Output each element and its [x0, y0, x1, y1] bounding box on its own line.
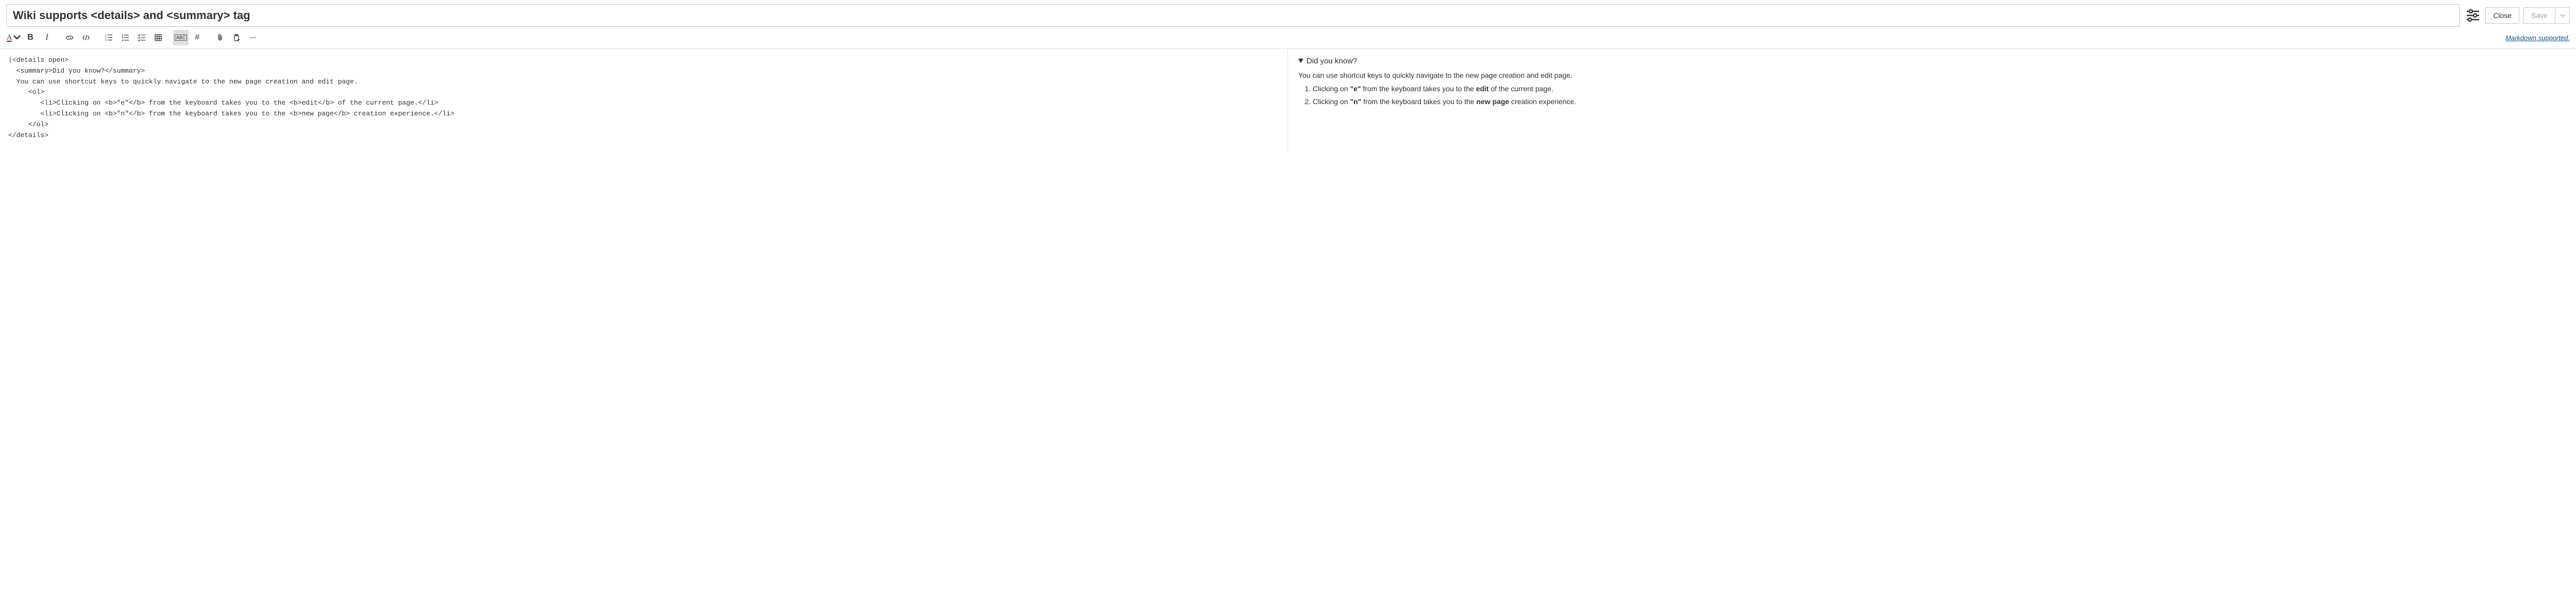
save-chevron-icon[interactable]: [2555, 7, 2570, 24]
markdown-preview: Did you know? You can use shortcut keys …: [1288, 49, 2576, 152]
preview-details[interactable]: Did you know? You can use shortcut keys …: [1298, 55, 2566, 107]
save-button[interactable]: Save: [2523, 7, 2555, 24]
editor-split: |<details open> <summary>Did you know?</…: [0, 49, 2576, 152]
source-line: <li>Clicking on <b>"n"</b> from the keyb…: [8, 110, 454, 118]
more-icon[interactable]: [245, 30, 261, 45]
table-icon[interactable]: [150, 30, 166, 45]
source-line: <summary>Did you know?</summary>: [8, 67, 145, 75]
source-line: |<details open>: [8, 56, 69, 64]
source-line: </details>: [8, 131, 48, 139]
preview-description: You can use shortcut keys to quickly nav…: [1298, 70, 2566, 81]
paste-icon[interactable]: [229, 30, 244, 45]
source-line: You can use shortcut keys to quickly nav…: [8, 78, 358, 86]
source-line: <ol>: [8, 88, 44, 96]
markdown-source-editor[interactable]: |<details open> <summary>Did you know?</…: [0, 49, 1288, 152]
wiki-editor-root: Close Save A B I: [0, 0, 2576, 152]
source-line: </ol>: [8, 121, 48, 128]
settings-icon[interactable]: [2465, 7, 2481, 24]
spellcheck-icon[interactable]: ABC: [173, 30, 189, 45]
unordered-list-icon[interactable]: [117, 30, 133, 45]
attach-icon[interactable]: [212, 30, 228, 45]
mention-hash-icon[interactable]: #: [190, 30, 205, 45]
preview-list: Clicking on "e" from the keyboard takes …: [1313, 83, 2566, 107]
markdown-supported-link[interactable]: Markdown supported.: [2505, 34, 2570, 42]
header-row: Close Save: [0, 0, 2576, 29]
svg-text:3: 3: [105, 39, 107, 42]
bold-icon[interactable]: B: [23, 30, 38, 45]
list-item: Clicking on "e" from the keyboard takes …: [1313, 83, 2566, 94]
close-button[interactable]: Close: [2485, 7, 2519, 24]
source-line: <li>Clicking on <b>"e"</b> from the keyb…: [8, 99, 438, 107]
toolbar-left: A B I 1 2 3: [6, 30, 261, 45]
link-icon[interactable]: [62, 30, 77, 45]
preview-summary[interactable]: Did you know?: [1298, 55, 2566, 68]
toolbar: A B I 1 2 3: [0, 29, 2576, 49]
save-button-group: Save: [2523, 7, 2570, 24]
font-color-icon[interactable]: A: [6, 30, 22, 45]
checklist-icon[interactable]: [134, 30, 149, 45]
code-icon[interactable]: [78, 30, 94, 45]
list-item: Clicking on "n" from the keyboard takes …: [1313, 96, 2566, 107]
italic-icon[interactable]: I: [39, 30, 55, 45]
page-title-input[interactable]: [6, 4, 2460, 27]
header-actions: Close Save: [2465, 7, 2570, 24]
ordered-list-icon[interactable]: 1 2 3: [101, 30, 116, 45]
